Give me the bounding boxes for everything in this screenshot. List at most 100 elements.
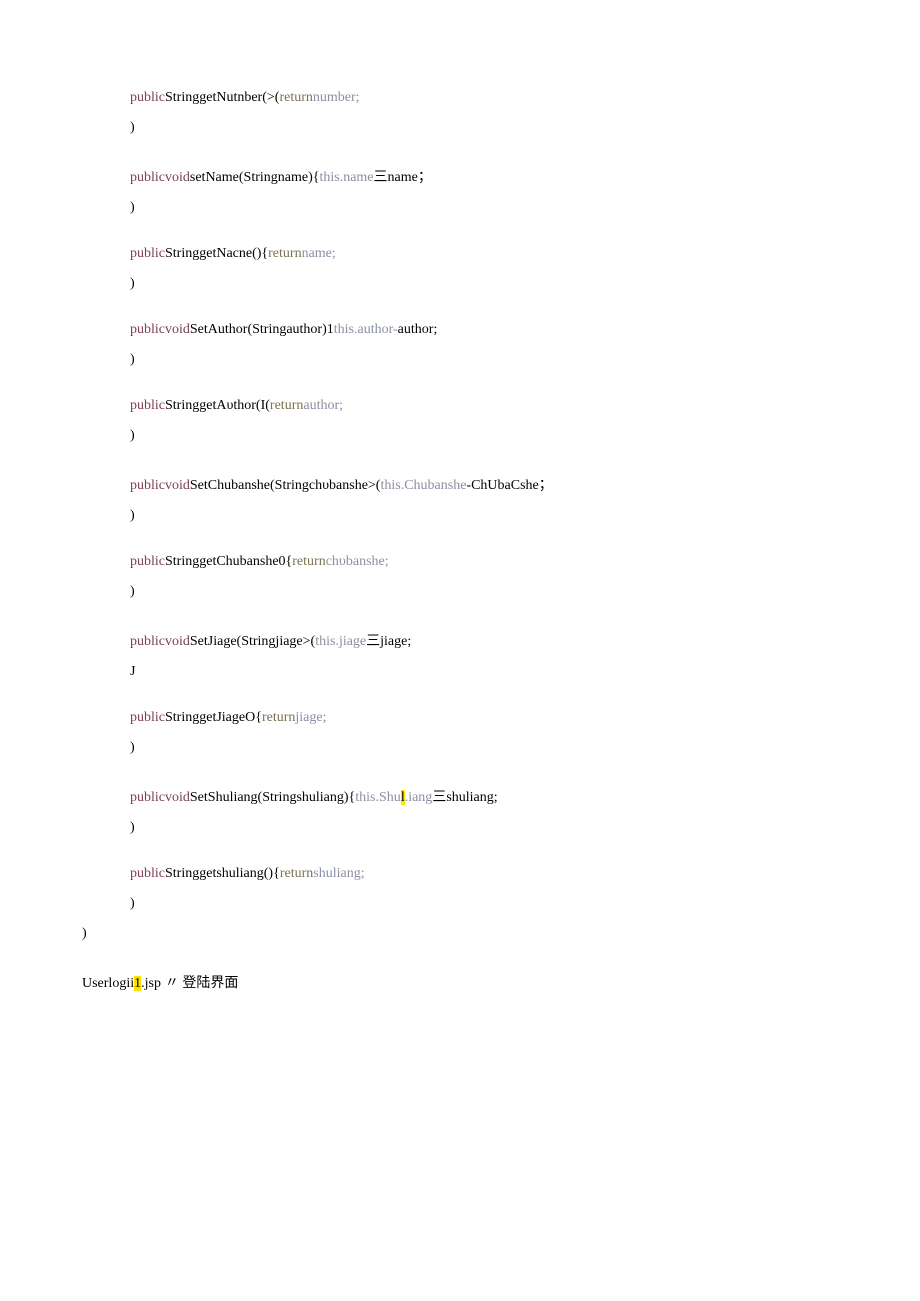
code-token: .iang: [405, 790, 433, 805]
code-token: name;: [302, 246, 336, 261]
blank-line: [0, 770, 920, 786]
code-token: name: [343, 170, 373, 185]
blank-line: [0, 306, 920, 322]
code-token: void: [165, 322, 190, 337]
code-line: ): [0, 926, 920, 942]
blank-line: [0, 614, 920, 630]
code-token: StringgetAυthor(I(: [165, 398, 270, 413]
code-token: StringgetChubanshe0{: [165, 554, 292, 569]
code-token: .jsp: [141, 976, 161, 991]
code-token: StringgetJiageO{: [165, 710, 262, 725]
code-line: Userlogii1.jsp 〃 登陆界面: [0, 972, 920, 992]
blank-line: [0, 150, 920, 166]
code-token: this: [380, 478, 400, 493]
code-token: jiage;: [295, 710, 326, 725]
code-token: public: [130, 90, 165, 105]
document-page: publicStringgetNutnber(>(returnnumber;)p…: [0, 0, 920, 1186]
code-line: ): [0, 508, 920, 524]
code-token: ): [130, 120, 135, 135]
code-token: Userlogii: [82, 976, 134, 991]
code-token: shuliang;: [446, 790, 497, 805]
code-token: void: [165, 634, 190, 649]
code-line: publicStringgetNutnber(>(returnnumber;: [0, 90, 920, 106]
code-token: void: [165, 478, 190, 493]
code-line: publicStringgetshuliang(){returnshuliang…: [0, 866, 920, 882]
code-token: StringgetNacne(){: [165, 246, 268, 261]
code-token: ): [130, 352, 135, 367]
code-line: ): [0, 820, 920, 836]
code-token: ): [130, 584, 135, 599]
code-token: ): [130, 508, 135, 523]
code-token: setName(Stringname){: [190, 170, 320, 185]
code-line: publicStringgetJiageO{returnjiage;: [0, 710, 920, 726]
code-line: publicvoidSetChubanshe(Stringchυbanshe>(…: [0, 474, 920, 494]
code-line: publicStringgetAυthor(I(returnauthor;: [0, 398, 920, 414]
code-token: Shu: [379, 790, 401, 805]
code-token: 〃: [161, 974, 179, 990]
code-token: author: [358, 322, 394, 337]
code-token: return: [280, 866, 313, 881]
code-token: public: [130, 478, 165, 493]
code-line: ): [0, 276, 920, 292]
code-token: shuliang;: [313, 866, 364, 881]
code-token: chυbanshe;: [326, 554, 389, 569]
code-token: this: [334, 322, 354, 337]
code-token: return: [292, 554, 325, 569]
code-token: public: [130, 634, 165, 649]
code-token: SetChubanshe(Stringchυbanshe>(: [190, 478, 381, 493]
code-token: ): [130, 276, 135, 291]
code-token: number;: [313, 90, 360, 105]
code-line: ): [0, 584, 920, 600]
code-line: ): [0, 740, 920, 756]
code-line: ): [0, 352, 920, 368]
code-token: return: [262, 710, 295, 725]
code-token: return: [279, 90, 312, 105]
code-token: ): [82, 926, 87, 941]
code-token: SetShuliang(Stringshuliang){: [190, 790, 355, 805]
code-token: 三: [432, 790, 446, 805]
code-token: this: [315, 634, 335, 649]
code-line: ): [0, 200, 920, 216]
blank-line: [0, 538, 920, 554]
code-token: this: [355, 790, 375, 805]
code-token: ): [130, 428, 135, 443]
code-token: public: [130, 246, 165, 261]
code-token: author;: [303, 398, 343, 413]
code-line: publicvoidSetJiage(Stringjiage>(this.jia…: [0, 630, 920, 650]
code-token: 三: [366, 634, 380, 649]
code-token: ): [130, 896, 135, 911]
code-line: ): [0, 428, 920, 444]
code-token: SetJiage(Stringjiage>(: [190, 634, 315, 649]
code-line: ): [0, 120, 920, 136]
code-token: public: [130, 790, 165, 805]
code-token: SetAuthor(Stringauthor)1: [190, 322, 334, 337]
code-token: 三name；: [374, 170, 432, 185]
code-line: publicStringgetNacne(){returnname;: [0, 246, 920, 262]
code-token: ): [130, 740, 135, 755]
code-line: publicvoidsetName(Stringname){this.name三…: [0, 166, 920, 186]
code-token: public: [130, 170, 165, 185]
code-token: 登陆界面: [179, 976, 239, 991]
code-token: this: [319, 170, 339, 185]
code-token: public: [130, 554, 165, 569]
code-token: public: [130, 322, 165, 337]
code-token: public: [130, 398, 165, 413]
code-token: jiage: [339, 634, 366, 649]
code-token: ): [130, 820, 135, 835]
code-token: Chubanshe: [404, 478, 466, 493]
code-token: return: [270, 398, 303, 413]
blank-line: [0, 382, 920, 398]
code-token: jiage;: [380, 634, 411, 649]
code-token: return: [268, 246, 301, 261]
code-token: J: [130, 664, 135, 679]
code-token: Stringgetshuliang(){: [165, 866, 280, 881]
code-token: public: [130, 866, 165, 881]
blank-line: [0, 230, 920, 246]
code-line: J: [0, 664, 920, 680]
code-token: ): [130, 200, 135, 215]
code-line: publicvoidSetAuthor(Stringauthor)1this.a…: [0, 322, 920, 338]
code-line: ): [0, 896, 920, 912]
blank-line: [0, 458, 920, 474]
blank-line: [0, 956, 920, 972]
code-token: StringgetNutnber(>(: [165, 90, 279, 105]
